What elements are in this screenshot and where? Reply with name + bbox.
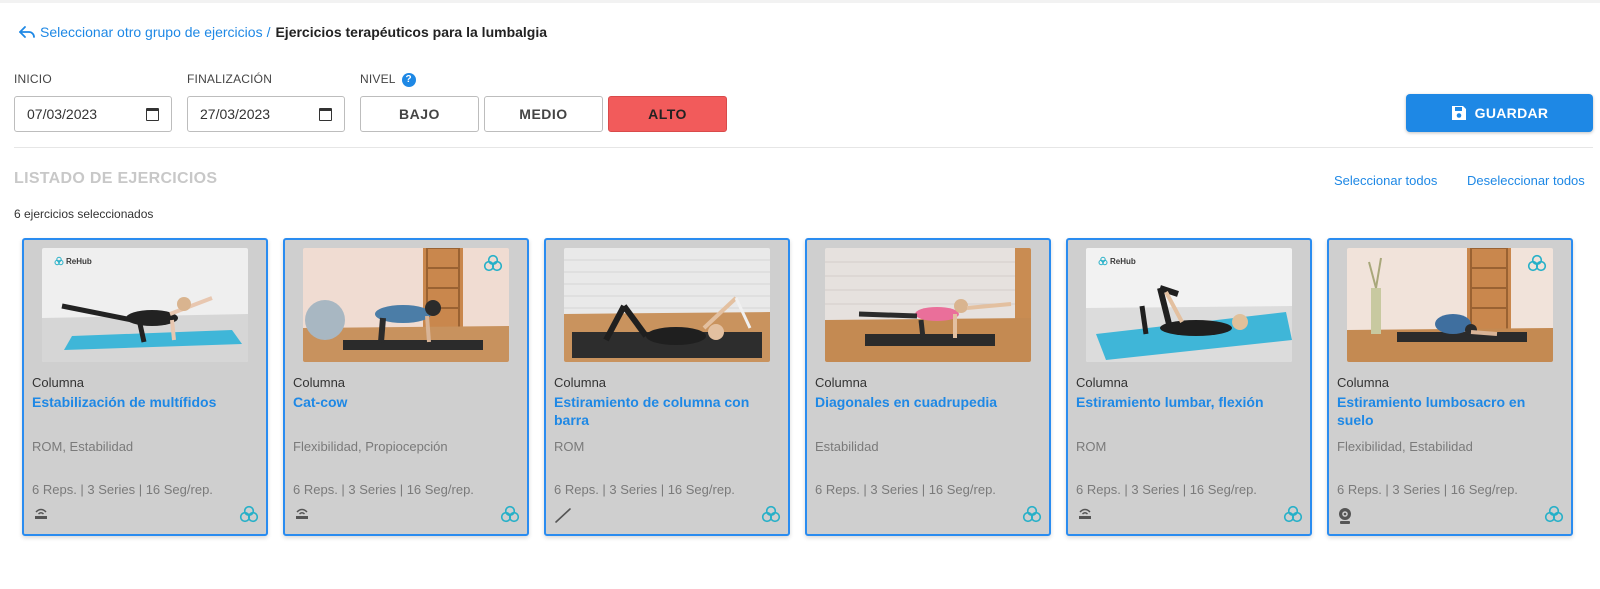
rehub-logo-text: ReHub <box>1110 256 1136 266</box>
rehub-icon <box>483 254 503 272</box>
exercise-thumbnail: ReHub <box>42 248 248 362</box>
exercise-tags: Flexibilidad, Estabilidad <box>1337 439 1473 454</box>
level-low-button[interactable]: BAJO <box>360 96 479 132</box>
exercise-reps: 6 Reps. | 3 Series | 16 Seg/rep. <box>815 482 996 497</box>
page-title: Ejercicios terapéuticos para la lumbalgi… <box>275 24 548 40</box>
level-label: NIVEL <box>360 72 396 86</box>
exercise-thumbnail <box>1347 248 1553 362</box>
rehub-logo-text: ReHub <box>66 256 92 266</box>
calendar-icon[interactable] <box>319 107 332 121</box>
selected-count: 6 ejercicios seleccionados <box>14 207 154 221</box>
exercise-thumbnail: ReHub <box>1086 248 1292 362</box>
end-label: FINALIZACIÓN <box>187 72 273 86</box>
rehub-logo-icon <box>1098 256 1108 266</box>
exercise-name[interactable]: Estabilización de multífidos <box>32 393 257 411</box>
exercise-reps: 6 Reps. | 3 Series | 16 Seg/rep. <box>32 482 213 497</box>
exercise-reps: 6 Reps. | 3 Series | 16 Seg/rep. <box>1337 482 1518 497</box>
sensor-icon <box>35 508 47 519</box>
exercise-card[interactable]: Columna Cat-cow Flexibilidad, Propiocepc… <box>283 238 529 536</box>
exercise-name[interactable]: Estiramiento lumbar, flexión <box>1076 393 1301 411</box>
exercise-reps: 6 Reps. | 3 Series | 16 Seg/rep. <box>554 482 735 497</box>
save-button-label: GUARDAR <box>1474 105 1549 121</box>
exercise-category: Columna <box>1337 375 1390 390</box>
exercise-card[interactable]: Columna Diagonales en cuadrupedia Estabi… <box>805 238 1051 536</box>
save-button[interactable]: GUARDAR <box>1406 94 1593 132</box>
floppy-disk-icon <box>1451 106 1466 120</box>
exercise-category: Columna <box>1076 375 1129 390</box>
back-arrow-icon <box>19 26 35 38</box>
start-date-input[interactable]: 07/03/2023 <box>14 96 172 132</box>
exercise-tags: Flexibilidad, Propiocepción <box>293 439 448 454</box>
exercise-category: Columna <box>554 375 607 390</box>
exercise-category: Columna <box>32 375 85 390</box>
exercise-thumbnail <box>303 248 509 362</box>
calendar-icon[interactable] <box>146 107 159 121</box>
sensor-icon <box>296 508 308 519</box>
exercise-tags: ROM, Estabilidad <box>32 439 134 454</box>
exercise-thumbnail <box>564 248 770 362</box>
level-medium-button[interactable]: MEDIO <box>484 96 603 132</box>
exercise-name[interactable]: Cat-cow <box>293 393 518 411</box>
exercise-name[interactable]: Estiramiento lumbosacro en suelo <box>1337 393 1562 429</box>
rehub-logo-icon <box>54 256 64 266</box>
exercise-tags: ROM <box>554 439 585 454</box>
level-label-wrap: NIVEL? <box>360 72 416 87</box>
rehub-icon <box>1544 505 1564 523</box>
rehub-icon <box>239 505 259 523</box>
exercise-reps: 6 Reps. | 3 Series | 16 Seg/rep. <box>293 482 474 497</box>
top-border <box>0 0 1600 3</box>
exercise-thumbnail <box>825 248 1031 362</box>
exercise-reps: 6 Reps. | 3 Series | 16 Seg/rep. <box>1076 482 1257 497</box>
exercise-card[interactable]: Columna Estiramiento de columna con barr… <box>544 238 790 536</box>
rehub-icon <box>1022 505 1042 523</box>
rehub-icon <box>1283 505 1303 523</box>
exercise-category: Columna <box>815 375 868 390</box>
back-link-label[interactable]: Seleccionar otro grupo de ejercicios <box>40 24 263 40</box>
exercise-name[interactable]: Diagonales en cuadrupedia <box>815 393 1040 411</box>
list-title: LISTADO DE EJERCICIOS <box>14 170 218 187</box>
start-date-value: 07/03/2023 <box>27 106 98 122</box>
breadcrumb-separator: / <box>266 24 271 40</box>
help-icon[interactable]: ? <box>401 72 416 87</box>
exercise-tags: Estabilidad <box>815 439 879 454</box>
select-all-link[interactable]: Seleccionar todos <box>1334 173 1437 188</box>
rehub-icon <box>500 505 520 523</box>
exercise-card[interactable]: ReHub Columna Estiramiento lumbar, flexi… <box>1066 238 1312 536</box>
rehub-logo: ReHub <box>1098 256 1136 266</box>
divider <box>14 147 1593 148</box>
rehub-icon <box>761 505 781 523</box>
bar-icon <box>555 508 571 523</box>
breadcrumb: Seleccionar otro grupo de ejercicios / E… <box>18 24 547 40</box>
exercise-category: Columna <box>293 375 346 390</box>
exercise-name[interactable]: Estiramiento de columna con barra <box>554 393 779 429</box>
rehub-icon <box>1527 254 1547 272</box>
exercise-card[interactable]: ReHub Columna Estabilización de multífid… <box>22 238 268 536</box>
sensor-icon <box>1079 508 1091 519</box>
webcam-icon <box>1339 508 1351 524</box>
exercise-tags: ROM <box>1076 439 1107 454</box>
exercise-card[interactable]: Columna Estiramiento lumbosacro en suelo… <box>1327 238 1573 536</box>
deselect-all-link[interactable]: Deseleccionar todos <box>1467 173 1585 188</box>
start-label: INICIO <box>14 72 52 86</box>
rehub-logo: ReHub <box>54 256 92 266</box>
back-link[interactable]: Seleccionar otro grupo de ejercicios <box>18 24 263 40</box>
level-high-button[interactable]: ALTO <box>608 96 727 132</box>
end-date-input[interactable]: 27/03/2023 <box>187 96 345 132</box>
end-date-value: 27/03/2023 <box>200 106 271 122</box>
